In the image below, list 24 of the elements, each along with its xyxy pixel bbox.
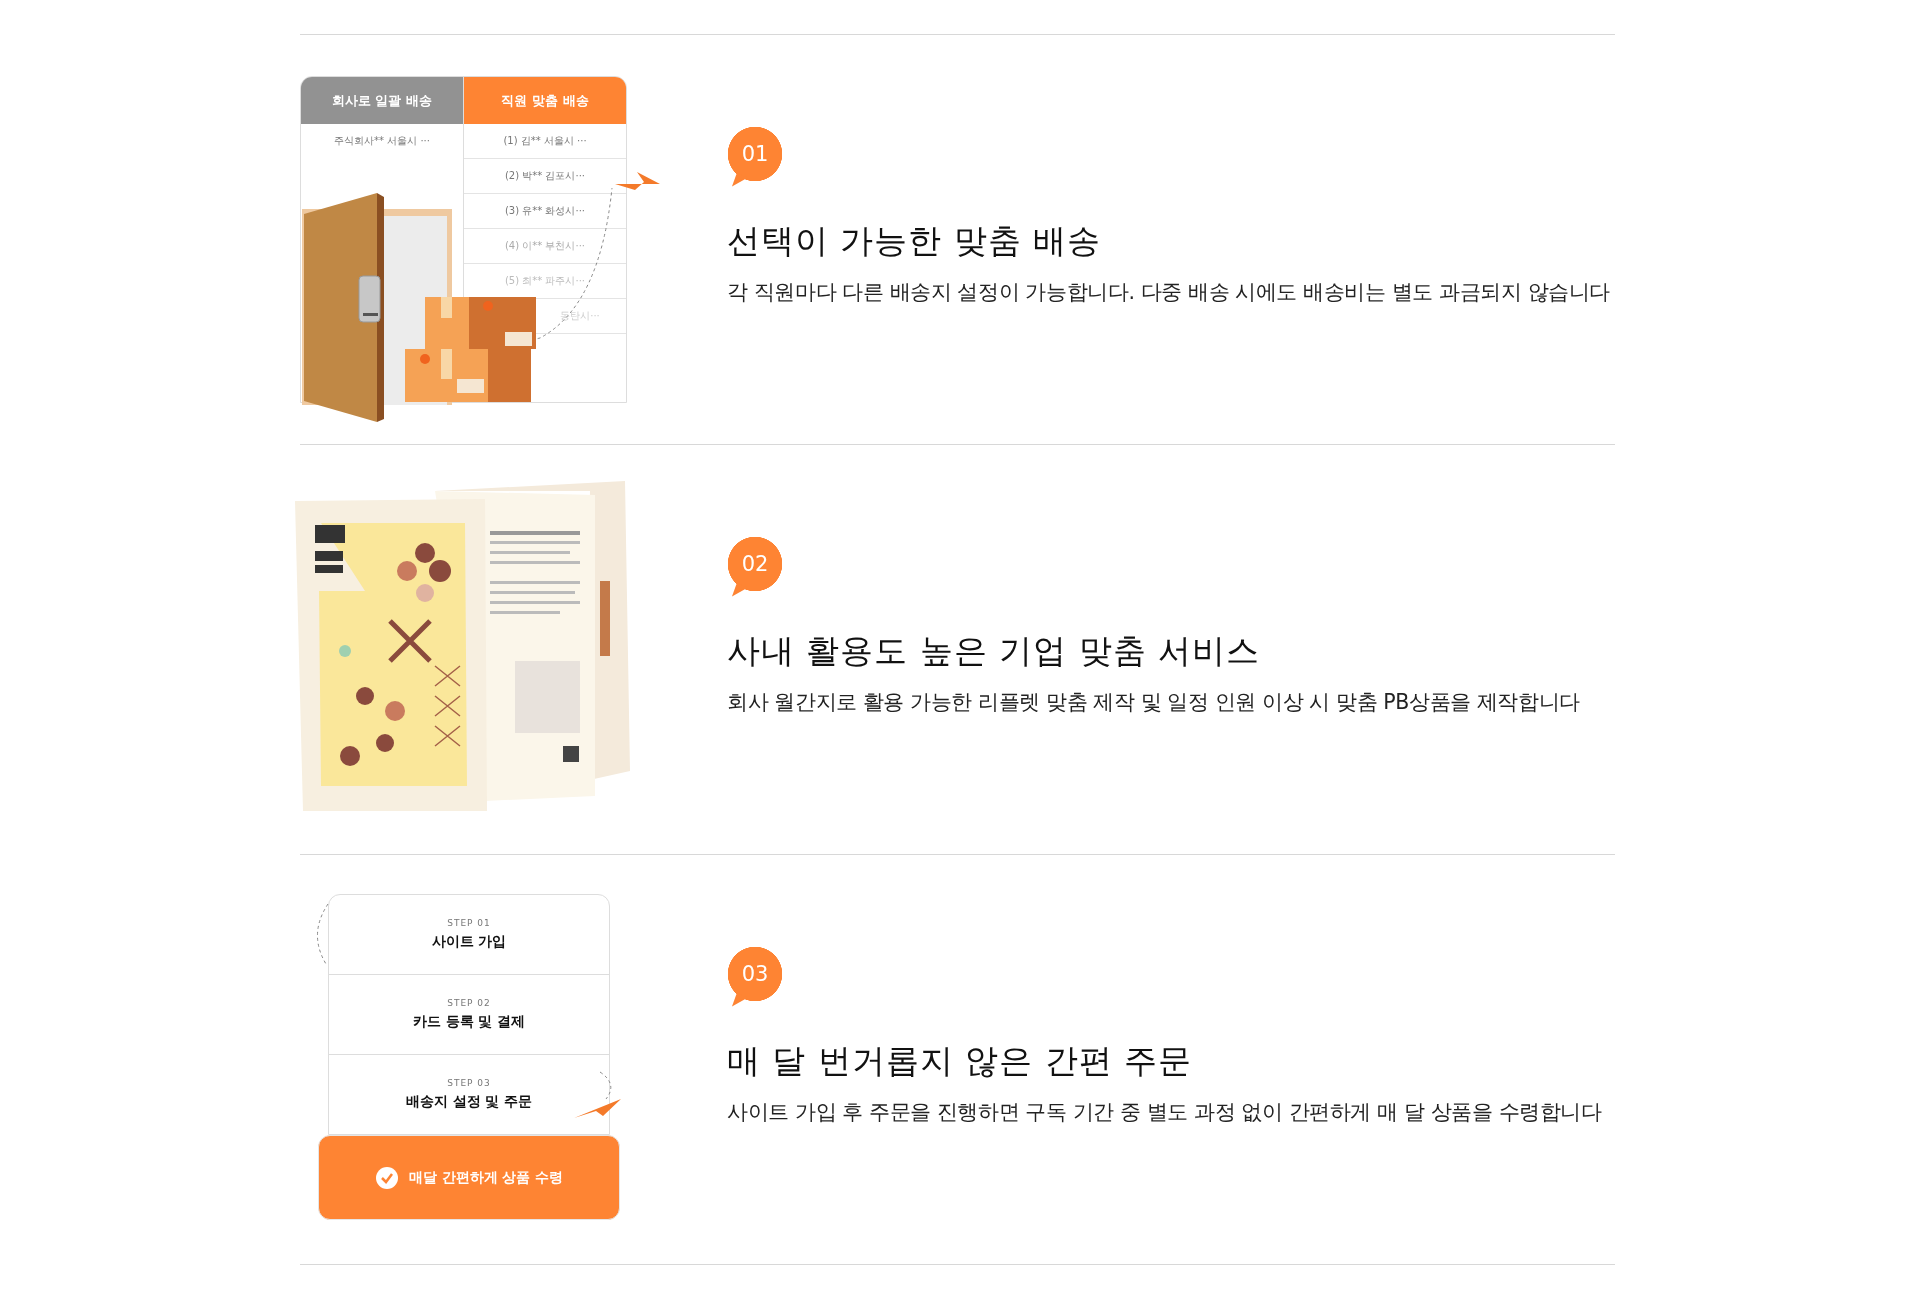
address-cell: (3) 유** 화성시··· — [464, 194, 626, 229]
section-title: 선택이 가능한 맞춤 배송 — [727, 220, 1102, 262]
result-text: 매달 간편하게 상품 수령 — [408, 1168, 564, 1187]
dashed-path-line — [599, 1071, 612, 1100]
step-title: 카드 등록 및 결제 — [412, 1013, 526, 1031]
check-icon — [374, 1165, 399, 1190]
dashed-path-line — [317, 903, 329, 965]
address-cell-text: 주식회사** 서울시 ··· — [333, 134, 431, 148]
column-header: 회사로 일괄 배송 — [301, 77, 463, 124]
section-title: 매 달 번거롭지 않은 간편 주문 — [727, 1040, 1193, 1082]
column-header: 직원 맞춤 배송 — [464, 77, 626, 124]
step-label: STEP 02 — [447, 998, 491, 1008]
step-title: 사이트 가입 — [431, 933, 507, 951]
paper-plane-icon — [574, 1099, 621, 1118]
paper-plane-icon — [615, 172, 660, 190]
step-label: STEP 03 — [447, 1078, 491, 1088]
address-cell: (1) 김** 서울시 ··· — [464, 124, 626, 159]
step-title: 배송지 설정 및 주문 — [405, 1093, 533, 1111]
section-title: 사내 활용도 높은 기업 맞춤 서비스 — [727, 630, 1261, 672]
section-description: 각 직원마다 다른 배송지 설정이 가능합니다. 다중 배송 시에도 배송비는 별도 과금되지 않습니다 — [727, 279, 1610, 306]
section-description: 사이트 가입 후 주문을 진행하면 구독 기간 중 별도 과정 없이 간편하게 매 달 상품을 수령합니다 — [727, 1099, 1602, 1126]
section-description: 회사 월간지로 활용 가능한 리플렛 맞춤 제작 및 일정 인원 이상 시 맞춤 PB상품을 제작합니다 — [727, 689, 1580, 716]
address-cell: (4) 이** 부천시··· — [464, 229, 626, 264]
step-label: STEP 01 — [447, 918, 491, 928]
